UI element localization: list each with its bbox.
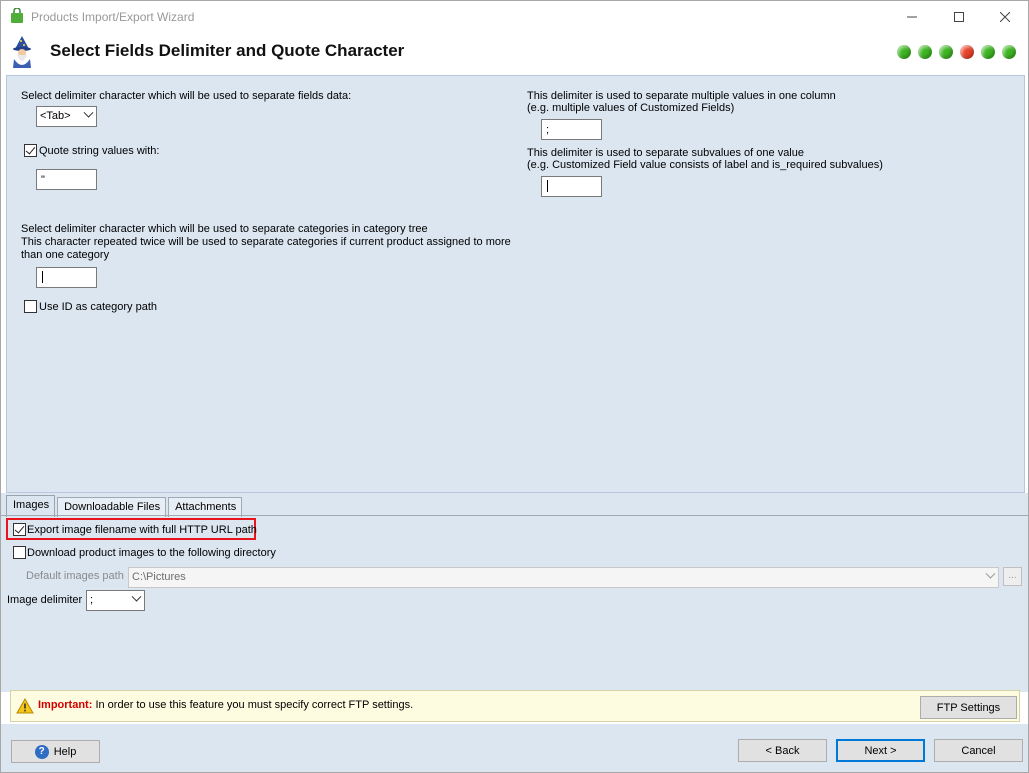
delimiter-settings-panel: Select delimiter character which will be…	[6, 75, 1025, 493]
chevron-down-icon	[83, 107, 94, 118]
image-delimiter-select[interactable]: ;	[86, 590, 145, 611]
important-label: Important:	[38, 699, 93, 711]
step-dot-2	[918, 45, 932, 59]
default-path-value: C:\Pictures	[132, 571, 186, 583]
close-button[interactable]	[982, 1, 1028, 32]
tab-downloadable-files[interactable]: Downloadable Files	[57, 497, 167, 517]
multi-value-label-2: (e.g. multiple values of Customized Fiel…	[527, 102, 735, 114]
subvalue-label-2: (e.g. Customized Field value consists of…	[527, 159, 883, 171]
wizard-icon	[13, 36, 31, 68]
multi-value-delimiter-input[interactable]	[541, 119, 602, 140]
text-cursor	[42, 271, 43, 283]
wizard-header: Select Fields Delimiter and Quote Charac…	[1, 32, 1028, 73]
ftp-warning-banner: Important: In order to use this feature …	[10, 690, 1020, 722]
minimize-button[interactable]	[889, 1, 935, 32]
minimize-icon	[907, 16, 917, 17]
text-cursor	[547, 180, 548, 192]
banner-message: Important: In order to use this feature …	[38, 699, 413, 711]
maximize-icon	[954, 11, 964, 22]
warning-icon	[16, 698, 34, 714]
quote-label: Quote string values with:	[39, 145, 160, 157]
step-dot-1	[897, 45, 911, 59]
wizard-window: Products Import/Export Wizard Select Fie…	[0, 0, 1029, 773]
help-label: Help	[53, 745, 77, 758]
help-icon: ?	[34, 744, 49, 759]
category-delimiter-input[interactable]	[36, 267, 97, 288]
step-dot-6	[1002, 45, 1016, 59]
default-path-label: Default images path	[26, 570, 124, 582]
wizard-footer: ? Help < Back Next > Cancel	[1, 724, 1028, 772]
default-path-select[interactable]: C:\Pictures	[128, 567, 999, 588]
tab-images[interactable]: Images	[6, 495, 56, 517]
download-images-label: Download product images to the following…	[27, 547, 276, 559]
step-dot-3	[939, 45, 953, 59]
close-icon	[1000, 11, 1010, 22]
browse-button[interactable]: ...	[1003, 567, 1022, 586]
banner-text: In order to use this feature you must sp…	[92, 699, 414, 711]
quote-char-input[interactable]	[36, 169, 97, 190]
tab-attachments[interactable]: Attachments	[168, 497, 243, 517]
quote-checkbox[interactable]	[24, 144, 37, 157]
use-id-checkbox[interactable]	[24, 300, 37, 313]
category-delimiter-label-2: This character repeated twice will be us…	[21, 236, 511, 248]
download-images-checkbox[interactable]	[13, 546, 26, 559]
cancel-button[interactable]: Cancel	[934, 739, 1023, 762]
window-title: Products Import/Export Wizard	[31, 10, 195, 24]
tab-divider	[1, 515, 1028, 516]
maximize-button[interactable]	[936, 1, 982, 32]
use-id-label: Use ID as category path	[39, 301, 158, 313]
help-button[interactable]: ? Help	[11, 740, 100, 763]
options-tab-area: Images Downloadable Files Attachments Ex…	[1, 493, 1028, 692]
shopping-bag-icon	[11, 8, 23, 23]
ftp-settings-button[interactable]: FTP Settings	[920, 696, 1017, 719]
export-full-url-checkbox[interactable]	[13, 523, 26, 536]
image-delimiter-label: Image delimiter	[7, 594, 83, 606]
next-button[interactable]: Next >	[836, 739, 925, 762]
page-title: Select Fields Delimiter and Quote Charac…	[50, 41, 405, 60]
image-delimiter-value: ;	[90, 594, 94, 606]
field-delimiter-value: <Tab>	[40, 110, 71, 122]
step-dot-4	[960, 45, 974, 59]
chevron-down-icon	[985, 568, 996, 579]
category-delimiter-label-1: Select delimiter character which will be…	[21, 223, 428, 235]
step-indicator	[897, 45, 1016, 59]
subvalue-delimiter-input[interactable]	[541, 176, 602, 197]
category-delimiter-label-3: than one category	[21, 249, 110, 261]
title-bar: Products Import/Export Wizard	[1, 1, 1028, 32]
step-dot-5	[981, 45, 995, 59]
field-delimiter-label: Select delimiter character which will be…	[21, 90, 352, 102]
export-full-url-label: Export image filename with full HTTP URL…	[27, 524, 257, 536]
back-button[interactable]: < Back	[738, 739, 827, 762]
chevron-down-icon	[131, 591, 142, 602]
field-delimiter-select[interactable]: <Tab>	[36, 106, 97, 127]
tab-strip: Images Downloadable Files Attachments	[6, 495, 244, 517]
